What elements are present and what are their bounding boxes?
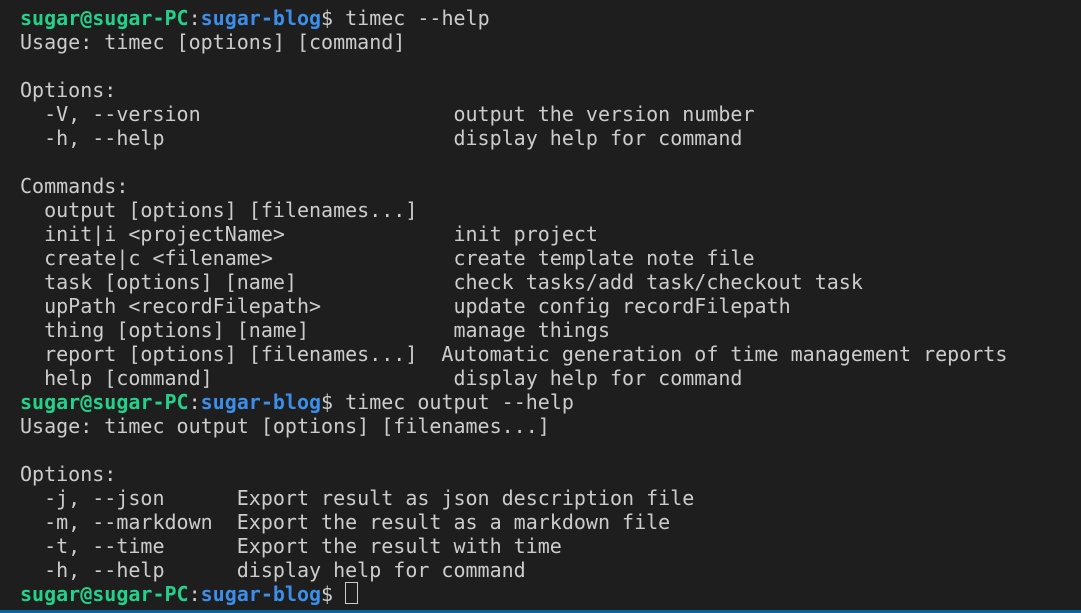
prompt-command: timec --help <box>333 6 490 30</box>
prompt-symbol: $ <box>321 582 334 606</box>
prompt-colon: : <box>188 582 201 606</box>
output-line: output [options] [filenames...] <box>20 198 418 222</box>
output-line: Usage: timec [options] [command] <box>20 30 406 54</box>
prompt-command <box>333 582 345 606</box>
output-line: -t, --time Export the result with time <box>20 534 562 558</box>
output-line: -j, --json Export result as json descrip… <box>20 486 695 510</box>
output-line: upPath <recordFilepath> update config re… <box>20 294 791 318</box>
prompt-user: sugar@sugar-PC <box>20 6 189 30</box>
output-line: Usage: timec output [options] [filenames… <box>20 414 550 438</box>
prompt-colon: : <box>188 6 201 30</box>
output-line: report [options] [filenames...] Automati… <box>20 342 1008 366</box>
output-line: thing [options] [name] manage things <box>20 318 611 342</box>
prompt-line: sugar@sugar-PC:sugar-blog$ timec --help <box>20 6 1081 30</box>
output-line: task [options] [name] check tasks/add ta… <box>20 270 863 294</box>
output-line: init|i <projectName> init project <box>20 222 598 246</box>
output-line: Options: <box>20 462 117 486</box>
prompt-symbol: $ <box>321 6 334 30</box>
prompt-line: sugar@sugar-PC:sugar-blog$ <box>20 582 1081 606</box>
output-line: Options: <box>20 78 117 102</box>
output-line: help [command] display help for command <box>20 366 743 390</box>
output-line: -V, --version output the version number <box>20 102 755 126</box>
prompt-line: sugar@sugar-PC:sugar-blog$ timec output … <box>20 390 1081 414</box>
prompt-symbol: $ <box>321 390 334 414</box>
prompt-path: sugar-blog <box>200 582 322 606</box>
output-line: -m, --markdown Export the result as a ma… <box>20 510 671 534</box>
terminal-cursor[interactable] <box>345 582 359 604</box>
prompt-colon: : <box>188 390 201 414</box>
prompt-user: sugar@sugar-PC <box>20 582 189 606</box>
prompt-path: sugar-blog <box>200 390 322 414</box>
prompt-user: sugar@sugar-PC <box>20 390 189 414</box>
output-line: create|c <filename> create template note… <box>20 246 755 270</box>
prompt-path: sugar-blog <box>200 6 322 30</box>
output-line: Commands: <box>20 174 129 198</box>
prompt-command: timec output --help <box>333 390 574 414</box>
output-line: -h, --help display help for command <box>20 126 743 150</box>
output-line: -h, --help display help for command <box>20 558 526 582</box>
terminal-window[interactable]: sugar@sugar-PC:sugar-blog$ timec --help U… <box>0 0 1081 613</box>
